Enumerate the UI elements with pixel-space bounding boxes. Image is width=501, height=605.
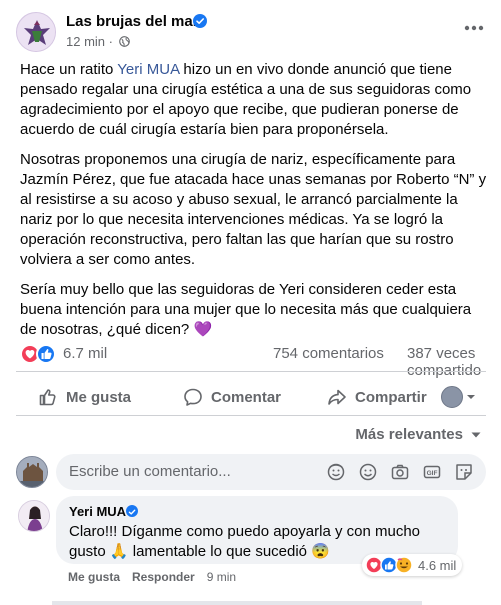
reaction-icons[interactable] [20, 343, 58, 365]
camera-icon[interactable] [390, 462, 410, 482]
composer-tools: GIF [326, 462, 474, 482]
more-options-icon[interactable] [462, 18, 486, 38]
comment-count[interactable]: 754 comentarios [273, 345, 384, 362]
purple-heart-emoji: 💜 [193, 321, 213, 338]
comment-actions: Me gusta Responder 9 min [68, 570, 236, 584]
chevron-down-icon [471, 432, 481, 437]
divider [16, 371, 486, 372]
commenter-name[interactable]: Yeri MUA [69, 504, 126, 519]
post-paragraph: Hace un ratito Yeri MUA hizo un en vivo … [20, 61, 472, 138]
share-icon [328, 389, 346, 405]
comment-placeholder: Escribe un comentario... [69, 463, 231, 480]
comment-composer: Escribe un comentario... GIF [16, 454, 486, 490]
reaction-count[interactable]: 6.7 mil [63, 345, 107, 362]
post-body: Hace un ratito Yeri MUA hizo un en vivo … [20, 60, 490, 350]
chevron-down-icon [467, 395, 475, 399]
avatar-sticker-icon[interactable] [326, 462, 346, 482]
post-time[interactable]: 12 min [66, 34, 105, 49]
emoji-icon[interactable] [358, 462, 378, 482]
share-audience-selector[interactable] [441, 385, 485, 409]
comment-reactions[interactable]: 4.6 mil [362, 554, 463, 576]
comment-icon [184, 388, 202, 406]
page-avatar[interactable] [16, 12, 56, 52]
verified-icon [193, 14, 207, 28]
post-meta: 12 min · [66, 34, 130, 49]
user-avatar[interactable] [16, 456, 48, 488]
post-header: Las brujas del mar 12 min · [16, 10, 486, 54]
svg-text:GIF: GIF [427, 470, 438, 477]
comment-sort-dropdown[interactable]: Más relevantes [355, 426, 483, 443]
fearful-face-emoji: 😨 [311, 543, 330, 560]
comment-time[interactable]: 9 min [207, 570, 236, 584]
share-button[interactable]: Compartir [327, 380, 427, 414]
verified-icon [126, 505, 138, 517]
share-count[interactable]: 387 veces compartido [407, 345, 486, 379]
globe-icon [118, 35, 130, 47]
comment-like-link[interactable]: Me gusta [68, 570, 120, 584]
commenter-avatar[interactable] [18, 500, 50, 532]
gif-icon[interactable]: GIF [422, 462, 442, 482]
comment-reply-link[interactable]: Responder [132, 570, 195, 584]
comment-input[interactable]: Escribe un comentario... GIF [56, 454, 486, 490]
page-logo-icon [17, 13, 55, 51]
comment: Yeri MUA Claro!!! Díganme como puedo apo… [16, 496, 486, 588]
like-button[interactable]: Me gusta [38, 380, 131, 414]
mention-link[interactable]: Yeri MUA [117, 61, 179, 78]
post-actions: Me gusta Comentar Compartir [16, 380, 486, 414]
page-name[interactable]: Las brujas del mar [66, 13, 199, 30]
post-paragraph: Nosotras proponemos una cirugía de nariz… [20, 151, 487, 268]
sticker-icon[interactable] [454, 462, 474, 482]
comment-button[interactable]: Comentar [183, 380, 281, 414]
like-icon [39, 389, 56, 406]
divider [16, 415, 486, 416]
praying-hands-emoji: 🙏 [109, 543, 129, 560]
post-stats: 6.7 mil 754 comentarios 387 veces compar… [20, 343, 486, 379]
comment-reaction-count: 4.6 mil [418, 557, 457, 573]
post-paragraph: Sería muy bello que las seguidoras de Ye… [20, 281, 472, 338]
audience-avatar [441, 386, 463, 408]
next-comment-preview [52, 596, 432, 605]
